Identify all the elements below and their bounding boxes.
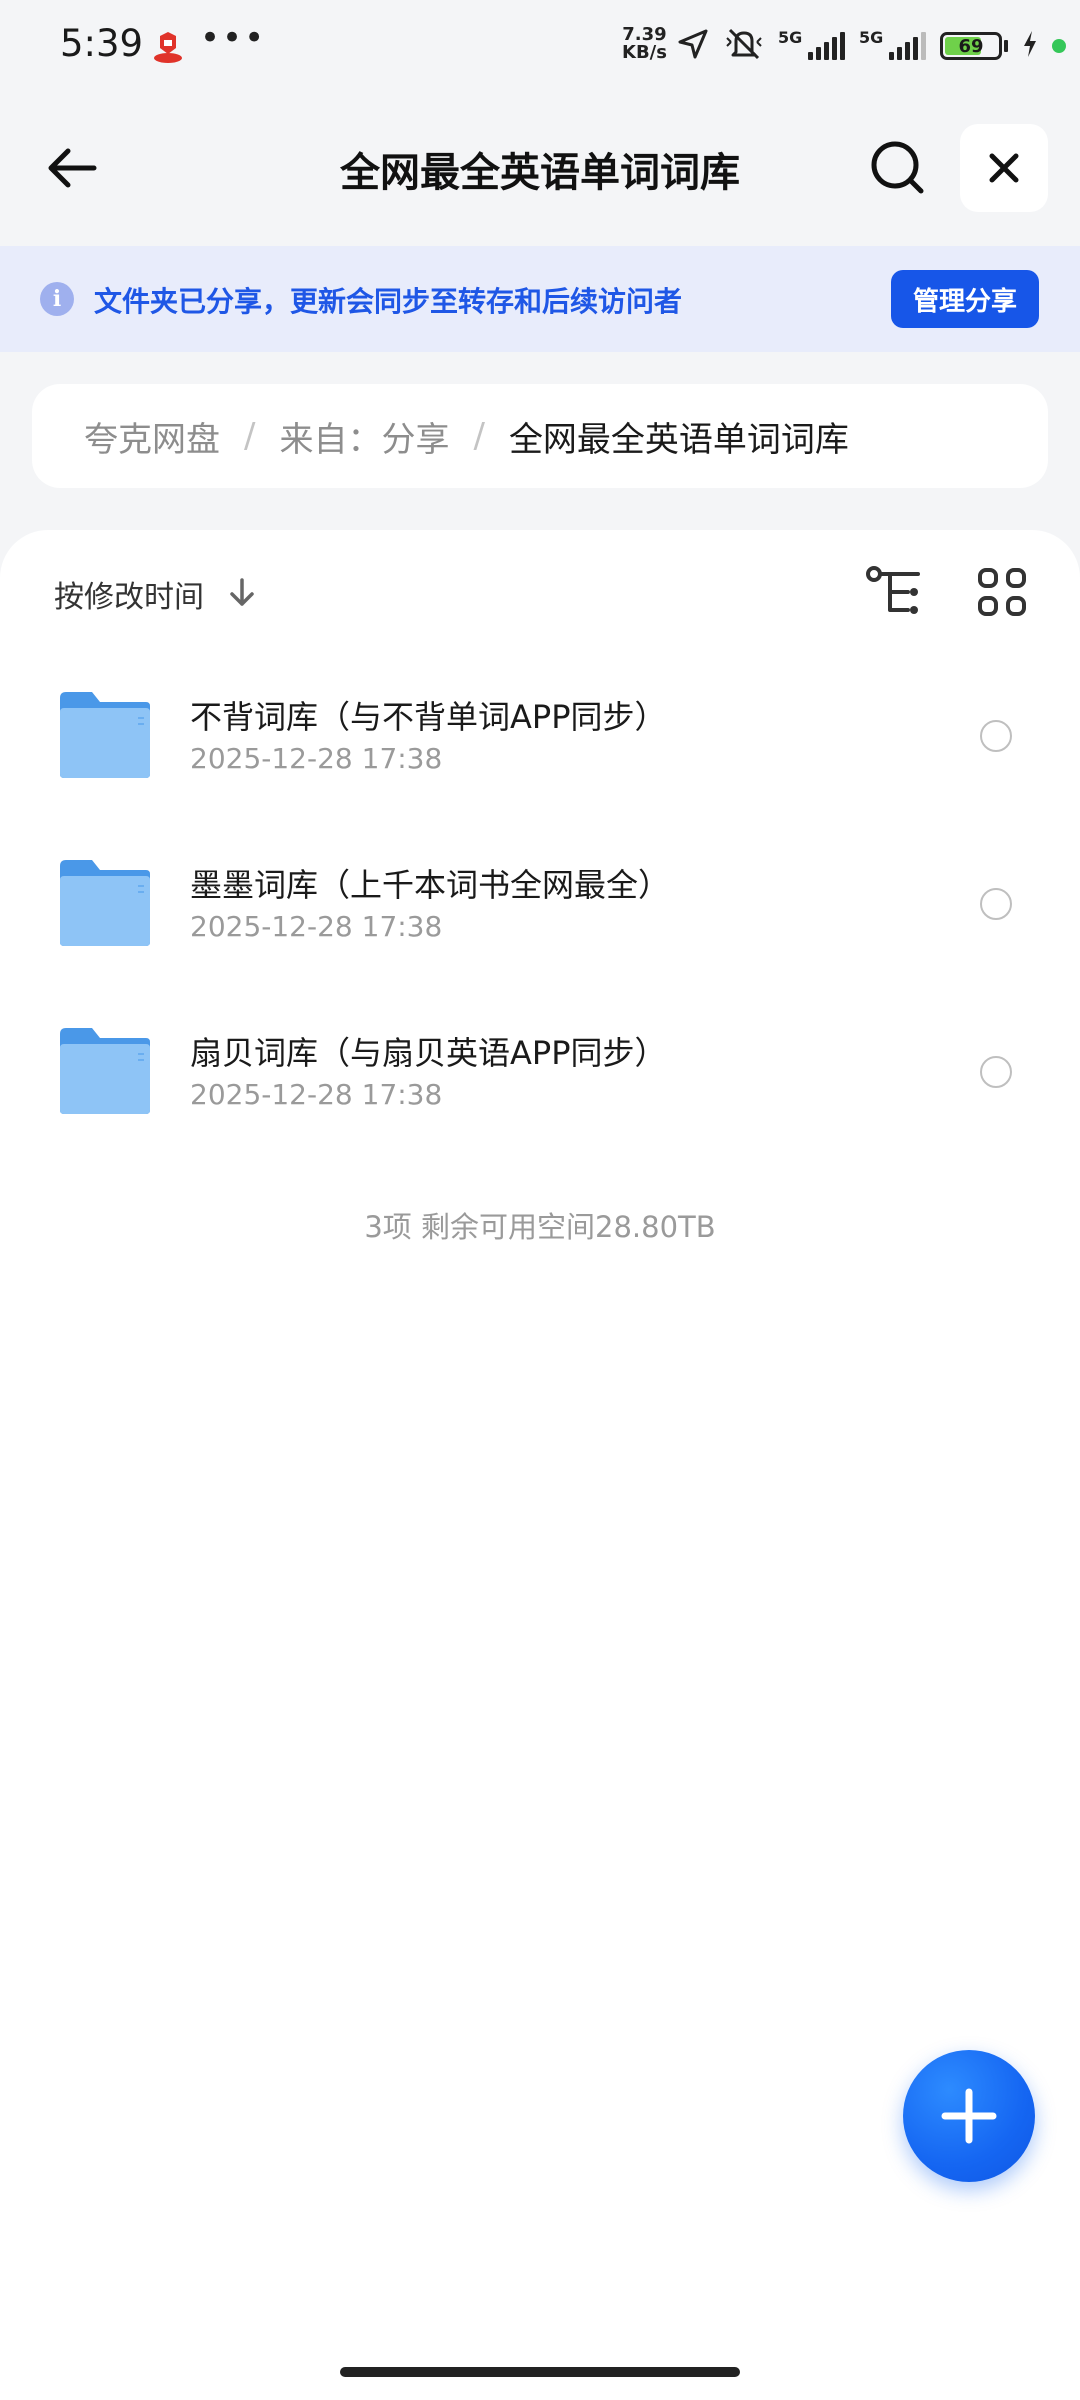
file-name: 不背词库（与不背单词APP同步） (190, 698, 667, 736)
folder-icon (56, 1026, 152, 1116)
location-icon (676, 27, 710, 65)
file-name: 扇贝词库（与扇贝英语APP同步） (190, 1034, 667, 1072)
sim2-label: 5G (859, 28, 884, 47)
close-icon (989, 153, 1019, 183)
folder-icon (56, 858, 152, 948)
sim2-signal-icon: 5G (859, 28, 926, 60)
file-name: 墨墨词库（上千本词书全网最全） (190, 866, 671, 904)
storage-summary: 3项 剩余可用空间28.80TB (364, 1210, 716, 1244)
share-banner-text: 文件夹已分享，更新会同步至转存和后续访问者 (94, 285, 683, 318)
grid-view-icon (978, 568, 998, 588)
back-arrow-icon (48, 148, 97, 188)
page-title: 全网最全英语单词词库 (340, 150, 740, 196)
file-date: 2025-12-28 17:38 (190, 742, 443, 775)
grid-view-button[interactable] (974, 564, 1030, 620)
network-speed-unit: KB/s (622, 42, 667, 63)
breadcrumb-separator: / (473, 416, 485, 456)
select-checkbox[interactable] (980, 720, 1012, 752)
select-checkbox[interactable] (980, 888, 1012, 920)
status-time: 5:39 (60, 22, 144, 65)
status-icons: 5G 5G 69 (676, 24, 1066, 68)
charging-icon (1022, 30, 1038, 62)
search-button[interactable] (862, 132, 934, 204)
breadcrumb: 夸克网盘 / 来自：分享 / 全网最全英语单词词库 (32, 384, 1048, 488)
battery-level: 69 (958, 35, 984, 57)
breadcrumb-item-current: 全网最全英语单词词库 (508, 419, 849, 460)
plus-icon (941, 2088, 997, 2144)
home-indicator[interactable] (340, 2367, 740, 2377)
mute-icon (724, 26, 764, 66)
breadcrumb-item-root[interactable]: 夸克网盘 (84, 412, 220, 461)
folder-tree-button[interactable] (864, 564, 924, 620)
select-checkbox[interactable] (980, 1056, 1012, 1088)
info-icon: i (40, 282, 74, 316)
more-notifications-icon: ••• (200, 18, 267, 58)
manage-share-button[interactable]: 管理分享 (891, 270, 1039, 328)
network-speed: 7.39 KB/s (622, 26, 667, 62)
folder-tree-icon (866, 566, 920, 614)
battery-icon: 69 (940, 32, 1008, 60)
app-notification-icon (150, 28, 186, 64)
search-icon (871, 141, 924, 194)
file-date: 2025-12-28 17:38 (190, 910, 443, 943)
list-item-folder[interactable]: 不背词库（与不背单词APP同步） 2025-12-28 17:38 (0, 652, 1080, 820)
add-button[interactable] (903, 2050, 1035, 2182)
sort-button[interactable]: 按修改时间 (54, 572, 204, 616)
folder-icon (56, 690, 152, 780)
sim1-label: 5G (778, 28, 803, 47)
back-button[interactable] (36, 128, 108, 208)
privacy-indicator-dot (1052, 39, 1066, 53)
breadcrumb-separator: / (244, 416, 256, 456)
sim1-signal-icon: 5G (778, 28, 845, 60)
file-date: 2025-12-28 17:38 (190, 1078, 443, 1111)
sort-descending-icon[interactable] (224, 574, 260, 610)
list-item-folder[interactable]: 扇贝词库（与扇贝英语APP同步） 2025-12-28 17:38 (0, 988, 1080, 1156)
breadcrumb-item-shared[interactable]: 来自：分享 (279, 412, 449, 461)
close-button[interactable] (960, 124, 1048, 212)
list-item-folder[interactable]: 墨墨词库（上千本词书全网最全） 2025-12-28 17:38 (0, 820, 1080, 988)
